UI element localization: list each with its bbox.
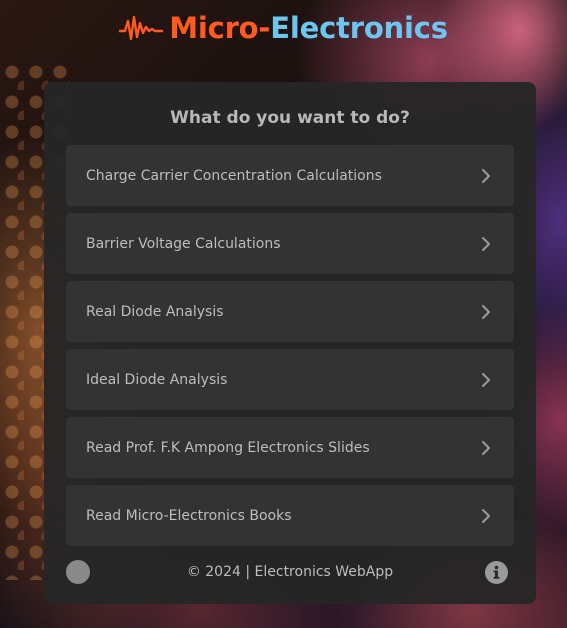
info-button[interactable] <box>485 561 508 584</box>
menu-item-label: Read Prof. F.K Ampong Electronics Slides <box>86 439 370 456</box>
info-icon <box>493 565 500 579</box>
chevron-right-icon <box>482 168 490 183</box>
chevron-right-icon <box>482 236 490 251</box>
card-footer: © 2024 | Electronics WebApp <box>44 546 536 604</box>
main-card: What do you want to do? Charge Carrier C… <box>44 82 536 604</box>
waveform-icon <box>119 15 164 41</box>
menu-item-label: Real Diode Analysis <box>86 303 224 320</box>
chevron-right-icon <box>482 508 490 523</box>
menu-item-label: Charge Carrier Concentration Calculation… <box>86 167 382 184</box>
page-title: What do you want to do? <box>170 108 410 128</box>
menu-item-charge-carrier[interactable]: Charge Carrier Concentration Calculation… <box>66 145 514 206</box>
menu-item-label: Ideal Diode Analysis <box>86 371 228 388</box>
logo-text-micro: Micro- <box>169 11 271 45</box>
chevron-right-icon <box>482 440 490 455</box>
menu-item-real-diode[interactable]: Real Diode Analysis <box>66 281 514 342</box>
menu-item-label: Barrier Voltage Calculations <box>86 235 281 252</box>
footer-copyright: © 2024 | Electronics WebApp <box>186 564 394 580</box>
chevron-right-icon <box>482 372 490 387</box>
menu-item-slides[interactable]: Read Prof. F.K Ampong Electronics Slides <box>66 417 514 478</box>
logo-text-electronics: Electronics <box>270 11 448 45</box>
app-logo: Micro-Electronics <box>0 6 567 50</box>
action-menu: Charge Carrier Concentration Calculation… <box>66 145 514 553</box>
chevron-right-icon <box>482 304 490 319</box>
menu-item-barrier-voltage[interactable]: Barrier Voltage Calculations <box>66 213 514 274</box>
menu-item-books[interactable]: Read Micro-Electronics Books <box>66 485 514 546</box>
logo-text: Micro-Electronics <box>169 11 448 45</box>
menu-item-ideal-diode[interactable]: Ideal Diode Analysis <box>66 349 514 410</box>
menu-item-label: Read Micro-Electronics Books <box>86 507 292 524</box>
